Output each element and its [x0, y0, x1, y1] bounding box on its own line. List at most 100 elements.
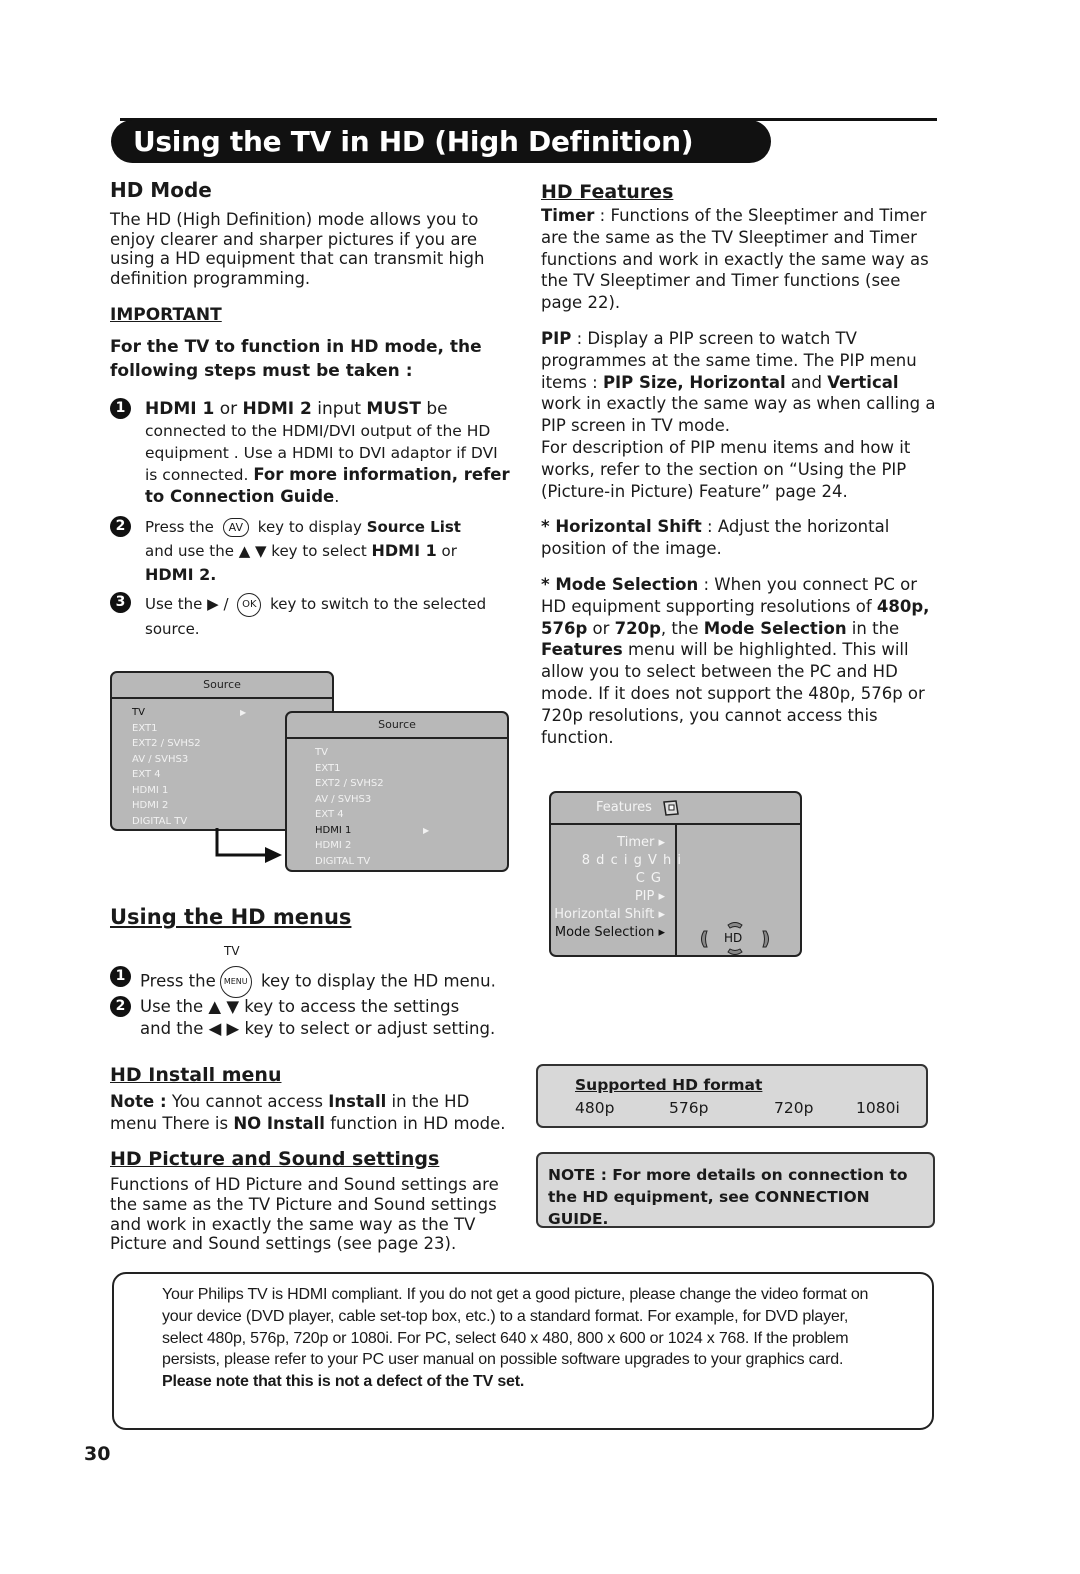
source-menu-item-label: HDMI 1: [315, 824, 352, 836]
features-menu-item[interactable]: PIP ▸: [635, 889, 665, 904]
source-menu-item-label: HDMI 1: [132, 784, 169, 796]
features-menu: Features Timer ▸ 8 d c i g V h i C G PIP ▸ H…: [549, 791, 802, 957]
source-menu-item[interactable]: EXT2 / SVHS2: [315, 776, 507, 792]
av-key-icon: AV: [222, 518, 250, 537]
hdmi2-label: HDMI 2: [242, 399, 312, 419]
features-icon: [663, 799, 679, 816]
horizontal-shift-label: * Horizontal Shift: [541, 517, 702, 537]
text: : Functions of the Sleeptimer and Timer …: [541, 206, 929, 313]
source-menu-item-label: EXT 4: [132, 769, 161, 780]
text: in the: [846, 618, 900, 638]
text: Use the ▲ ▼ key to access the settings: [140, 997, 460, 1016]
horizontal-shift-desc: * Horizontal Shift : Adjust the horizont…: [541, 516, 941, 560]
hd-install-heading: HD Install menu: [110, 1064, 282, 1086]
pip-reference: For description of PIP menu items and ho…: [541, 437, 911, 501]
hd-picture-sound-text: Functions of HD Picture and Sound settin…: [110, 1175, 499, 1254]
hd-menus-section: Using the HD menus: [110, 905, 515, 929]
step-number-icon: 1: [110, 966, 131, 987]
connection-note-text: NOTE : For more details on connection to…: [548, 1166, 908, 1228]
connection-note-box: NOTE : For more details on connection to…: [536, 1152, 935, 1228]
source-menu-item-label: EXT2 / SVHS2: [132, 738, 201, 749]
source-menu-item-label: AV / SVHS3: [315, 793, 372, 805]
hd-picture-sound-section: HD Picture and Sound settings Functions …: [110, 1148, 510, 1254]
features-menu-item[interactable]: 8 d c i g V h i: [582, 853, 682, 868]
step-number-icon: 2: [110, 996, 131, 1017]
tv-label: TV: [224, 944, 240, 958]
features-menu-title: Features: [596, 800, 652, 815]
mode-selection-desc: * Mode Selection : When you connect PC o…: [541, 574, 941, 748]
text: key to display: [257, 518, 362, 536]
text: and use the ▲ ▼ key to select: [145, 542, 367, 560]
submenu-arrow-icon: ▶: [423, 825, 430, 835]
text: and the ◀ ▶ key to select or adjust sett…: [140, 1019, 496, 1038]
source-menu-item[interactable]: EXT1: [315, 761, 507, 777]
install-label: Install: [328, 1092, 387, 1111]
text: work in exactly the same way as when cal…: [541, 394, 936, 436]
source-menu-item[interactable]: HDMI 1 ▶: [315, 823, 507, 839]
features-menu-item[interactable]: Timer ▸: [617, 835, 665, 850]
arrow-icon: [215, 828, 282, 863]
no-install-label: NO Install: [233, 1114, 325, 1133]
menu-key-icon: MENU: [219, 966, 252, 998]
text: PIP Size, Horizontal: [602, 372, 786, 392]
source-menu-item[interactable]: TV: [315, 745, 507, 761]
text: key to display the HD menu.: [261, 971, 496, 991]
text: or: [587, 618, 615, 638]
features-menu-item[interactable]: Mode Selection ▸: [555, 925, 665, 940]
text: input: [311, 399, 367, 419]
source-menu-item[interactable]: AV / SVHS3: [315, 792, 507, 808]
source-menu-item-label: DIGITAL TV: [315, 855, 371, 867]
hdmi1-label: HDMI 1: [145, 399, 215, 419]
text: 720p: [614, 618, 661, 638]
features-menu-item[interactable]: C G: [636, 871, 662, 886]
features-divider: [675, 823, 677, 955]
hd-mode-heading: HD Mode: [110, 178, 212, 202]
text: or: [214, 399, 243, 419]
hdmi-note-text: Your Philips TV is HDMI compliant. If yo…: [162, 1286, 869, 1369]
pip-label: PIP: [541, 328, 572, 348]
page-title: Using the TV in HD (High Definition) Mod…: [111, 120, 771, 201]
hdmi-compliance-note: Your Philips TV is HDMI compliant. If yo…: [112, 1272, 934, 1430]
step-2: 2 Press the AV key to display Source Lis…: [110, 516, 510, 587]
menus-step-2: 2 Use the ▲ ▼ key to access the settings…: [110, 996, 510, 1040]
hdmi1-label: HDMI 1: [371, 541, 437, 560]
format-1080i: 1080i: [856, 1099, 900, 1117]
text: Vertical: [827, 372, 899, 392]
source-menu-item[interactable]: HDMI 2: [315, 838, 507, 854]
hd-install-note: Note : You cannot access Install in the …: [110, 1091, 520, 1135]
source-menu-item[interactable]: DIGITAL TV: [315, 854, 507, 870]
step-1-text: HDMI 1 or HDMI 2 input MUST be connected…: [145, 398, 510, 508]
source-menu-item-label: EXT1: [132, 722, 158, 734]
important-text: For the TV to function in HD mode, the f…: [110, 337, 482, 381]
step-2-text: Press the AV key to display Source List …: [145, 516, 510, 587]
supported-formats-heading: Supported HD format: [575, 1076, 763, 1094]
step-3: 3 Use the ▶ / OK key to switch to the se…: [110, 592, 510, 641]
text: .: [334, 487, 340, 506]
pip-desc: PIP : Display a PIP screen to watch TV p…: [541, 328, 941, 437]
hd-features-section: HD Features Timer : Functions of the Sle…: [541, 181, 941, 748]
features-menu-header: Features: [551, 793, 800, 825]
source-menu-item-label: TV: [132, 707, 145, 718]
text: function in HD mode.: [324, 1114, 506, 1133]
source-menu-item-label: EXT2 / SVHS2: [315, 778, 384, 789]
hdmi2-label: HDMI 2.: [145, 565, 217, 584]
page-number: 30: [84, 1443, 111, 1465]
text: , the: [660, 618, 704, 638]
source-menu-item[interactable]: EXT 4: [315, 807, 507, 823]
step-3-text: Use the ▶ / OK key to switch to the sele…: [145, 592, 510, 641]
text: Use the ▶ /: [145, 595, 229, 613]
important-label: IMPORTANT: [110, 305, 222, 325]
step-number-icon: 3: [110, 592, 131, 613]
timer-desc: Timer : Functions of the Sleeptimer and …: [541, 205, 941, 314]
format-720p: 720p: [774, 1099, 814, 1117]
source-menu-item-label: HDMI 2: [315, 840, 352, 851]
menus-step-1-text: Press the MENU key to display the HD menu…: [140, 966, 510, 998]
text: Press the: [140, 971, 216, 991]
source-menu-2-list: TV EXT1 EXT2 / SVHS2 AV / SVHS3 EXT 4 HDMI 1 ▶…: [287, 739, 507, 869]
source-menu-title: Source: [287, 713, 507, 739]
source-menu-item-label: EXT1: [315, 762, 341, 774]
text: You cannot access: [166, 1092, 329, 1111]
features-menu-item[interactable]: Horizontal Shift ▸: [554, 907, 665, 922]
source-menu-title: Source: [112, 673, 332, 699]
menus-step-1: 1 Press the MENU key to display the HD me…: [110, 966, 510, 998]
